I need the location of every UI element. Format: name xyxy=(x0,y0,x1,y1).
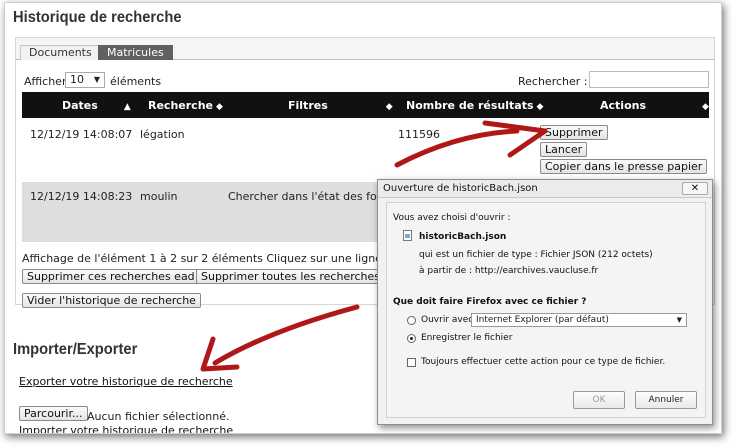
chevron-down-icon: ▼ xyxy=(93,75,100,84)
file-icon xyxy=(403,230,412,241)
header-recherche[interactable]: Recherche ◆ xyxy=(148,99,223,112)
save-file-radio[interactable] xyxy=(407,334,416,343)
open-with-select[interactable]: Internet Explorer (par défaut) ▼ xyxy=(471,313,687,327)
chevron-down-icon: ▼ xyxy=(676,316,682,324)
header-filtres[interactable]: Filtres ◆ xyxy=(288,99,393,112)
tab-matricules[interactable]: Matricules xyxy=(98,45,173,60)
search-input[interactable] xyxy=(589,71,709,88)
open-with-value: Internet Explorer (par défaut) xyxy=(476,315,609,325)
dialog-body: Vous avez choisi d'ouvrir : historicBach… xyxy=(386,202,706,418)
cell-search: moulin xyxy=(140,190,178,203)
tab-documents[interactable]: Documents xyxy=(20,45,101,60)
cell-date: 12/12/19 14:08:07 xyxy=(30,128,133,141)
header-actions[interactable]: Actions ◆ xyxy=(600,99,709,112)
sort-icon: ◆ xyxy=(385,102,393,112)
delete-button[interactable]: Supprimer xyxy=(540,125,608,140)
copy-clipboard-button[interactable]: Copier dans le presse papier xyxy=(540,159,708,174)
ok-button[interactable]: OK xyxy=(573,391,625,409)
tab-bar: Documents Matricules xyxy=(16,38,714,60)
table-header: Dates ▲ Recherche ◆ Filtres ◆ Nombre de rés… xyxy=(22,92,709,118)
page-title: Historique de recherche xyxy=(13,9,182,26)
always-checkbox[interactable] xyxy=(407,358,416,367)
always-label: Toujours effectuer cette action pour ce … xyxy=(421,357,666,367)
cell-filters: Chercher dans l'état des fonds xyxy=(228,190,397,203)
file-source: à partir de : http://earchives.vaucluse.… xyxy=(419,266,599,276)
delete-all-button[interactable]: Supprimer toutes les recherches en xyxy=(196,269,403,284)
browse-button[interactable]: Parcourir... xyxy=(19,406,88,421)
arrow-to-export-icon xyxy=(212,304,360,366)
dialog-title: Ouverture de historicBach.json ✕ xyxy=(378,180,712,198)
search-label: Rechercher : xyxy=(518,75,588,88)
show-entries-label: Afficher xyxy=(24,75,67,88)
cell-date: 12/12/19 14:08:23 xyxy=(30,190,133,203)
browser-page: Historique de recherche Documents Matric… xyxy=(4,2,722,434)
import-export-title: Importer/Exporter xyxy=(13,341,138,358)
export-history-link[interactable]: Exporter votre historique de recherche xyxy=(19,375,233,388)
file-status: Aucun fichier sélectionné. xyxy=(87,410,230,423)
cancel-button[interactable]: Annuler xyxy=(635,391,697,409)
entries-select-value: 10 xyxy=(70,73,84,86)
delete-ead-button[interactable]: Supprimer ces recherches ead xyxy=(22,269,200,284)
sort-icon: ◆ xyxy=(215,102,223,112)
header-dates[interactable]: Dates ▲ xyxy=(62,99,131,112)
entries-suffix-label: éléments xyxy=(110,75,162,88)
header-results[interactable]: Nombre de résultats ◆ xyxy=(406,99,543,112)
file-type: qui est un fichier de type : Fichier JSO… xyxy=(419,250,653,260)
table-info: Affichage de l'élément 1 à 2 sur 2 éléme… xyxy=(22,252,411,265)
launch-button[interactable]: Lancer xyxy=(540,142,588,157)
firefox-question: Que doit faire Firefox avec ce fichier ? xyxy=(393,297,587,307)
sort-icon: ◆ xyxy=(702,102,709,112)
chosen-label: Vous avez choisi d'ouvrir : xyxy=(393,213,511,223)
open-with-radio[interactable] xyxy=(407,316,416,325)
dialog-title-text: Ouverture de historicBach.json xyxy=(383,183,538,194)
cell-search: légation xyxy=(140,128,185,141)
arrow-to-export-head-icon xyxy=(200,336,240,372)
table-row[interactable]: 12/12/19 14:08:07 légation 111596 Suppri… xyxy=(22,120,709,182)
cell-results: 111596 xyxy=(398,128,440,141)
save-file-label: Enregistrer le fichier xyxy=(421,333,513,343)
download-dialog: Ouverture de historicBach.json ✕ Vous av… xyxy=(377,179,713,425)
clear-history-button[interactable]: Vider l'historique de recherche xyxy=(22,293,201,308)
open-with-label: Ouvrir avec xyxy=(421,315,474,325)
import-history-link[interactable]: Importer votre historique de recherche xyxy=(19,424,233,433)
file-name: historicBach.json xyxy=(419,232,507,242)
sort-asc-icon: ▲ xyxy=(123,102,131,112)
close-icon[interactable]: ✕ xyxy=(682,182,708,195)
entries-select[interactable]: 10 ▼ xyxy=(65,72,105,88)
sort-icon: ◆ xyxy=(536,102,544,112)
